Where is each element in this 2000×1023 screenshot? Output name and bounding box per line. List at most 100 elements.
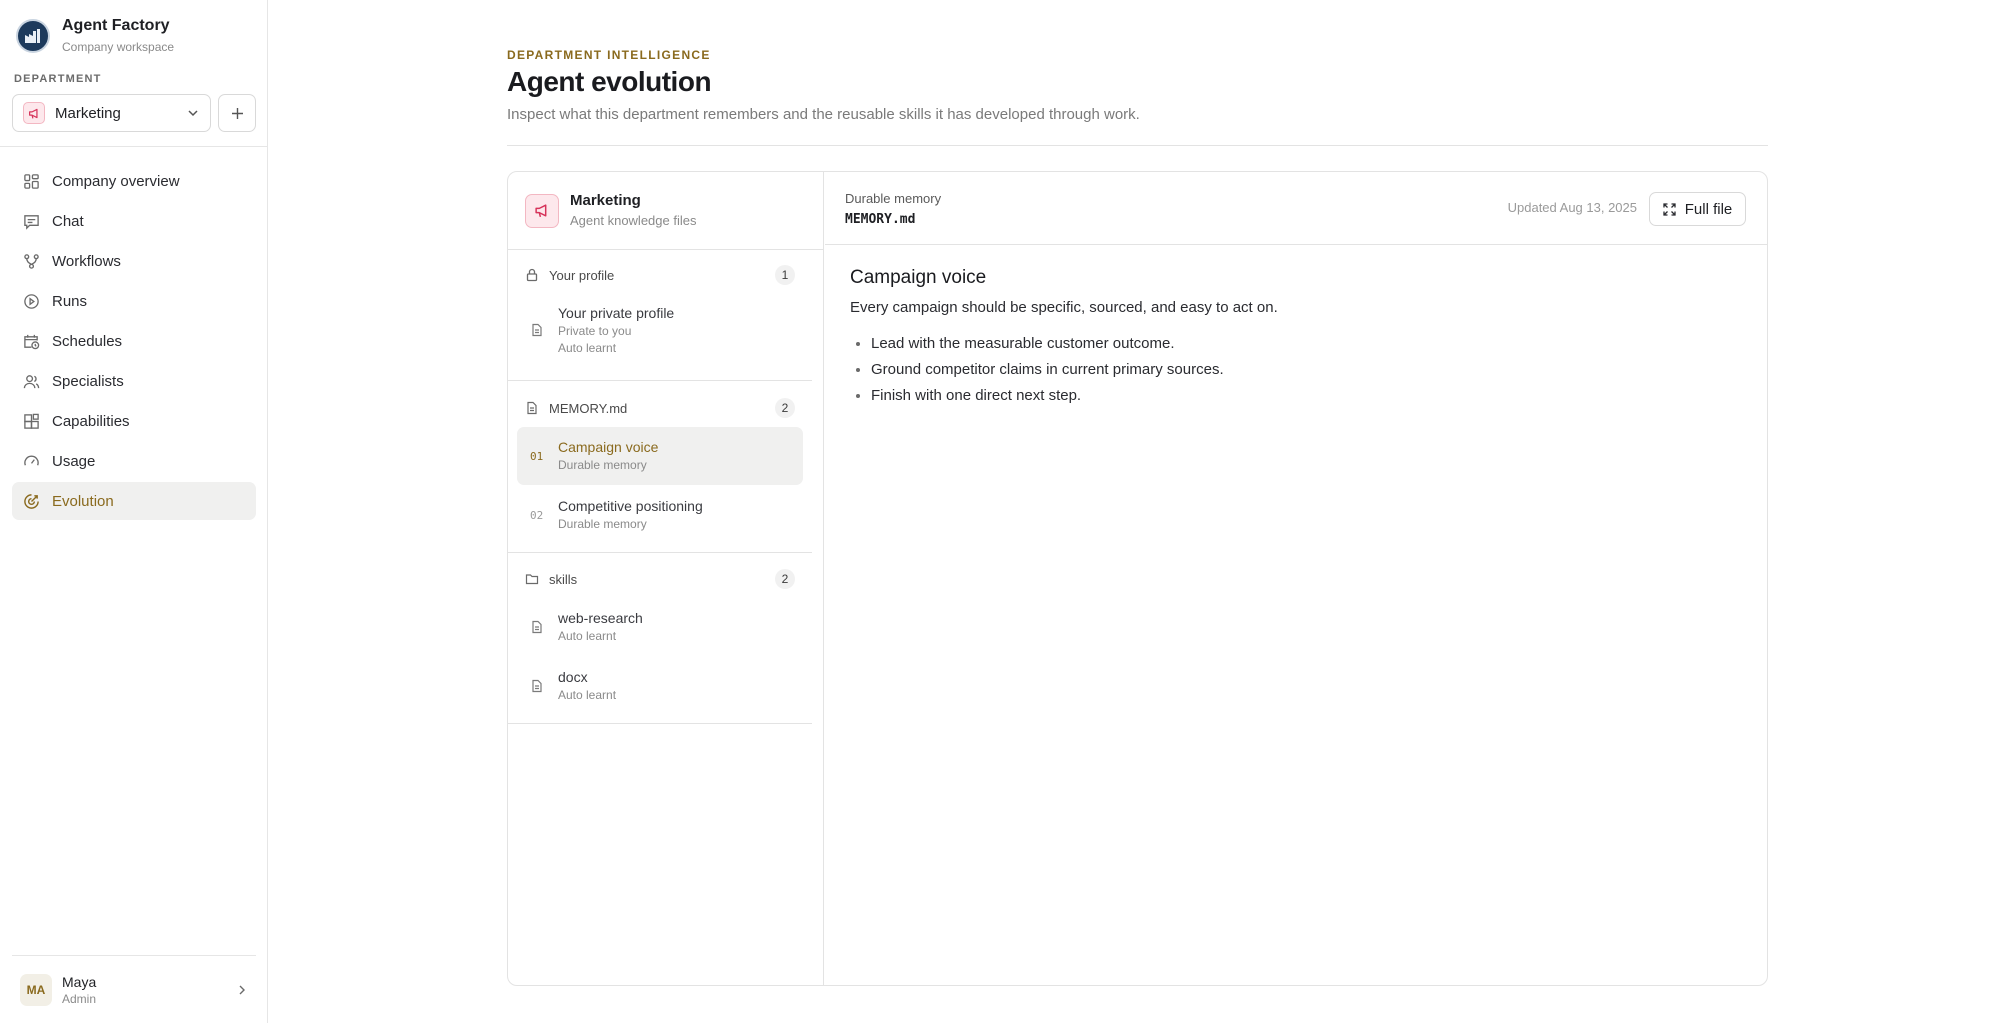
sidebar-item-label: Workflows (52, 252, 121, 270)
group-count-badge: 1 (775, 265, 795, 285)
sidebar-item-capabilities[interactable]: Capabilities (12, 402, 256, 440)
sidebar-item-runs[interactable]: Runs (12, 282, 256, 320)
updated-timestamp: Updated Aug 13, 2025 (1507, 200, 1637, 215)
list-item-web-research[interactable]: web-research Auto learnt (517, 598, 803, 656)
add-department-button[interactable] (218, 94, 256, 132)
entry-title: web-research (558, 610, 643, 626)
file-viewer: Durable memory MEMORY.md Updated Aug 13,… (825, 172, 1767, 985)
sidebar-item-label: Evolution (52, 492, 114, 510)
expand-icon (1663, 202, 1676, 216)
entry-subtitle: Auto learnt (558, 629, 617, 643)
entry-title: Competitive positioning (558, 498, 703, 514)
sidebar-nav: Company overview Chat Workflows Runs Sch… (12, 162, 256, 522)
entry-subtitle: Auto learnt (558, 340, 617, 355)
files-panel-subtitle: Agent knowledge files (570, 213, 697, 228)
chevron-down-icon (188, 110, 198, 117)
workflow-icon (24, 253, 39, 269)
group-skills: skills 2 (508, 567, 812, 591)
sidebar-item-chat[interactable]: Chat (12, 202, 256, 240)
entry-subtitle: Auto learnt (558, 688, 617, 702)
sidebar-item-label: Company overview (52, 172, 180, 190)
brand[interactable]: Agent Factory Company workspace (16, 16, 174, 56)
file-icon (527, 401, 537, 415)
full-file-button[interactable]: Full file (1649, 192, 1746, 226)
divider (508, 552, 812, 553)
memory-content: Campaign voice Every campaign should be … (850, 265, 1742, 409)
brand-name: Agent Factory (62, 17, 170, 34)
sidebar-item-specialists[interactable]: Specialists (12, 362, 256, 400)
entry-index: 01 (530, 449, 544, 463)
divider (508, 380, 812, 381)
file-icon (532, 323, 542, 337)
megaphone-icon (23, 102, 45, 124)
list-item-docx[interactable]: docx Auto learnt (517, 657, 803, 715)
group-header[interactable]: skills 2 (508, 567, 812, 591)
department-selected: Marketing (55, 104, 121, 122)
folder-icon (525, 574, 539, 585)
file-icon (532, 679, 542, 693)
plus-icon (231, 107, 243, 119)
file-name: MEMORY.md (845, 212, 916, 227)
avatar: MA (20, 974, 52, 1006)
file-kind: Durable memory (845, 191, 942, 206)
files-panel-title: Marketing (570, 192, 641, 209)
gauge-icon (24, 455, 39, 466)
user-menu[interactable]: MA Maya Admin (12, 968, 256, 1012)
list-item-competitive-positioning[interactable]: 02 Competitive positioning Durable memor… (517, 486, 803, 544)
entry-subtitle: Durable memory (558, 458, 647, 472)
evolution-icon (24, 493, 39, 509)
sidebar-item-workflows[interactable]: Workflows (12, 242, 256, 280)
chat-icon (24, 214, 39, 230)
sidebar-item-evolution[interactable]: Evolution (12, 482, 256, 520)
entry-title: Your private profile (558, 304, 675, 321)
sidebar-item-label: Specialists (52, 372, 124, 390)
page-eyebrow: DEPARTMENT INTELLIGENCE (507, 48, 711, 62)
brand-subtitle: Company workspace (62, 40, 175, 54)
department-select[interactable]: Marketing (12, 94, 211, 132)
users-icon (23, 374, 40, 388)
content-heading: Campaign voice (850, 267, 987, 288)
group-header[interactable]: Your profile 1 (508, 263, 812, 287)
divider (507, 145, 1768, 146)
list-item: Lead with the measurable customer outcom… (871, 331, 1742, 357)
grid-icon (24, 173, 39, 189)
lock-icon (526, 268, 538, 282)
play-circle-icon (24, 293, 39, 309)
file-viewer-header: Durable memory MEMORY.md Updated Aug 13,… (825, 172, 1767, 245)
sidebar-item-schedules[interactable]: Schedules (12, 322, 256, 360)
sidebar-item-label: Schedules (52, 332, 123, 350)
group-header[interactable]: MEMORY.md 2 (508, 396, 812, 420)
list-item: Ground competitor claims in current prim… (871, 357, 1742, 383)
group-memory: MEMORY.md 2 (508, 396, 812, 420)
sidebar-item-label: Runs (52, 292, 88, 310)
page-title: Agent evolution (507, 66, 712, 97)
group-your-profile: Your profile 1 (508, 263, 812, 287)
divider (12, 955, 256, 956)
group-title: skills (549, 571, 578, 587)
list-item: Finish with one direct next step. (871, 383, 1742, 409)
divider (0, 146, 268, 147)
entry-index: 02 (530, 508, 544, 522)
sidebar-item-label: Capabilities (52, 412, 130, 430)
calendar-clock-icon (24, 334, 40, 349)
list-item-private-profile[interactable]: Your private profile Private to you Auto… (517, 296, 803, 364)
group-title: MEMORY.md (549, 400, 628, 416)
full-file-label: Full file (1684, 200, 1733, 218)
knowledge-files-list: Marketing Agent knowledge files Your pro… (508, 172, 824, 985)
sidebar-item-company-overview[interactable]: Company overview (12, 162, 256, 200)
divider (508, 723, 812, 724)
list-item-campaign-voice[interactable]: 01 Campaign voice Durable memory (517, 427, 803, 485)
sidebar: Agent Factory Company workspace DEPARTME… (0, 0, 268, 1023)
entry-subtitle: Private to you (558, 323, 632, 338)
entry-subtitle: Durable memory (558, 517, 647, 531)
group-count-badge: 2 (775, 569, 795, 589)
department-label: DEPARTMENT (14, 73, 102, 85)
entry-title: docx (558, 669, 588, 685)
content-paragraph: Every campaign should be specific, sourc… (850, 299, 1278, 316)
file-icon (532, 620, 542, 634)
sidebar-item-usage[interactable]: Usage (12, 442, 256, 480)
sidebar-item-label: Usage (52, 452, 96, 470)
sidebar-item-label: Chat (52, 212, 84, 230)
entry-title: Campaign voice (558, 439, 659, 455)
content-bullets: Lead with the measurable customer outcom… (850, 331, 1742, 409)
